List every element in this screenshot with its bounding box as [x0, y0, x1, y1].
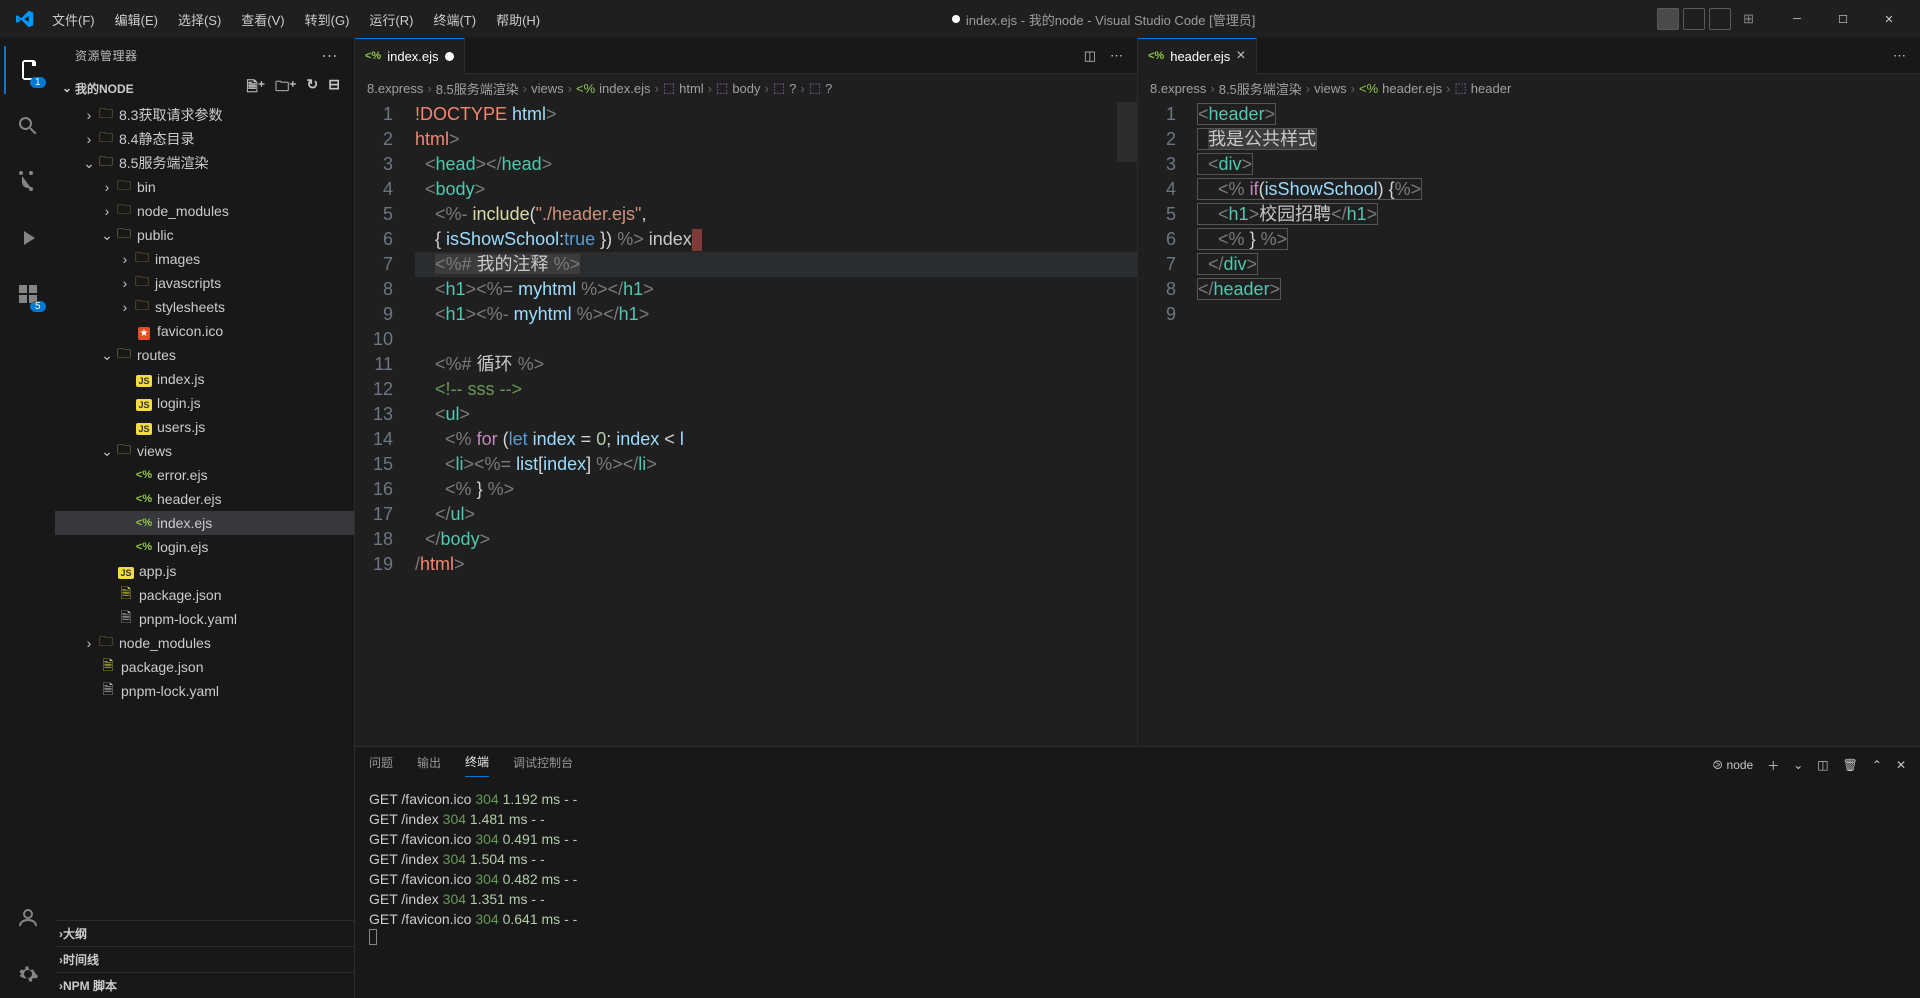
tabs-left: <% index.ejs ◫ ⋯ — [355, 38, 1137, 74]
file-item[interactable]: JSlogin.js — [55, 391, 354, 415]
folder-item[interactable]: ⌄🗀routes — [55, 343, 354, 367]
window-controls: ─ ☐ ✕ — [1774, 1, 1912, 37]
search-icon[interactable] — [4, 102, 52, 150]
vscode-logo-icon — [16, 10, 34, 28]
folder-item[interactable]: ›🗀8.4静态目录 — [55, 127, 354, 151]
file-item[interactable]: <%error.ejs — [55, 463, 354, 487]
folder-item[interactable]: ›🗀javascripts — [55, 271, 354, 295]
file-item[interactable]: ★favicon.ico — [55, 319, 354, 343]
settings-icon[interactable] — [4, 950, 52, 998]
panel-tab-terminal[interactable]: 终端 — [465, 753, 489, 777]
menu-selection[interactable]: 选择(S) — [168, 4, 231, 35]
terminal-panel: 问题 输出 终端 调试控制台 ⧁ node ＋ ⌄ ◫ 🗑 ⌃ ✕ GET /f… — [355, 746, 1920, 998]
menu-terminal[interactable]: 终端(T) — [423, 4, 486, 35]
toggle-secondary-sidebar[interactable] — [1709, 8, 1731, 30]
close-button[interactable]: ✕ — [1866, 1, 1912, 37]
menu-help[interactable]: 帮助(H) — [486, 4, 550, 35]
modified-dot-icon — [445, 52, 454, 61]
explorer-header: 资源管理器 ⋯ — [55, 38, 354, 73]
file-item[interactable]: JSusers.js — [55, 415, 354, 439]
breadcrumb-right[interactable]: 8.express› 8.5服务端渲染› views› <%header.ejs… — [1138, 74, 1920, 102]
panel-tab-debug[interactable]: 调试控制台 — [513, 754, 573, 777]
close-tab-icon[interactable]: × — [1236, 47, 1245, 65]
editor-more-icon[interactable]: ⋯ — [1893, 48, 1906, 64]
file-tree: ›🗀8.3获取请求参数 ›🗀8.4静态目录 ⌄🗀8.5服务端渲染 ›🗀bin ›… — [55, 103, 354, 920]
kill-terminal-icon[interactable]: 🗑 — [1843, 758, 1858, 772]
folder-item[interactable]: ›🗀node_modules — [55, 631, 354, 655]
breadcrumb-left[interactable]: 8.express› 8.5服务端渲染› views› <%index.ejs›… — [355, 74, 1137, 102]
menu-bar: 文件(F) 编辑(E) 选择(S) 查看(V) 转到(G) 运行(R) 终端(T… — [42, 4, 550, 35]
editor-pane-left: <% index.ejs ◫ ⋯ 8.express› 8.5服务端渲染› vi… — [355, 38, 1137, 746]
code-editor-right[interactable]: 123456789 <header> 我是公共样式 <div> <% if(is… — [1138, 102, 1920, 746]
run-debug-icon[interactable] — [4, 214, 52, 262]
tab-index-ejs[interactable]: <% index.ejs — [355, 38, 465, 74]
npm-scripts-section[interactable]: ›NPM 脚本 — [55, 972, 354, 998]
file-item[interactable]: 🗎package.json — [55, 655, 354, 679]
folder-item[interactable]: ⌄🗀8.5服务端渲染 — [55, 151, 354, 175]
terminal-body[interactable]: GET /favicon.ico 304 1.192 ms - -GET /in… — [355, 783, 1920, 998]
folder-item[interactable]: ›🗀node_modules — [55, 199, 354, 223]
code-editor-left[interactable]: 12345678910111213141516171819 !DOCTYPE h… — [355, 102, 1137, 746]
explorer-bottom-sections: ›大纲 ›时间线 ›NPM 脚本 — [55, 920, 354, 998]
file-item[interactable]: <%index.ejs — [55, 511, 354, 535]
menu-run[interactable]: 运行(R) — [359, 4, 423, 35]
file-item[interactable]: 🗎package.json — [55, 583, 354, 607]
window-title: index.ejs - 我的node - Visual Studio Code … — [550, 10, 1657, 29]
new-terminal-icon[interactable]: ＋ — [1767, 757, 1779, 774]
file-item[interactable]: <%login.ejs — [55, 535, 354, 559]
panel-tab-problems[interactable]: 问题 — [369, 754, 393, 777]
file-item[interactable]: 🗎pnpm-lock.yaml — [55, 607, 354, 631]
new-file-icon[interactable]: 🗎⁺ — [246, 76, 265, 100]
minimize-button[interactable]: ─ — [1774, 1, 1820, 37]
folder-item[interactable]: ›🗀bin — [55, 175, 354, 199]
maximize-button[interactable]: ☐ — [1820, 1, 1866, 37]
accounts-icon[interactable] — [4, 894, 52, 942]
modified-dot-icon — [952, 15, 960, 23]
file-item[interactable]: JSindex.js — [55, 367, 354, 391]
collapse-all-icon[interactable]: ⊟ — [328, 76, 340, 100]
outline-section[interactable]: ›大纲 — [55, 920, 354, 946]
menu-go[interactable]: 转到(G) — [295, 4, 360, 35]
title-bar: 文件(F) 编辑(E) 选择(S) 查看(V) 转到(G) 运行(R) 终端(T… — [0, 0, 1920, 38]
extensions-icon[interactable]: 5 — [4, 270, 52, 318]
split-terminal-icon[interactable]: ◫ — [1817, 758, 1828, 772]
tabs-right: <% header.ejs × ⋯ — [1138, 38, 1920, 74]
split-editor-icon[interactable]: ◫ — [1084, 48, 1096, 64]
new-folder-icon[interactable]: 🗀⁺ — [275, 76, 296, 100]
menu-view[interactable]: 查看(V) — [231, 4, 294, 35]
explorer-icon[interactable]: 1 — [4, 46, 52, 94]
explorer-sidebar: 资源管理器 ⋯ ⌄ 我的NODE 🗎⁺ 🗀⁺ ↻ ⊟ ›🗀8.3获取请求参数 ›… — [55, 38, 355, 998]
file-item[interactable]: 🗎pnpm-lock.yaml — [55, 679, 354, 703]
folder-item[interactable]: ›🗀8.3获取请求参数 — [55, 103, 354, 127]
minimap[interactable] — [1117, 102, 1137, 162]
panel-tab-output[interactable]: 输出 — [417, 754, 441, 777]
layout-controls — [1657, 8, 1731, 30]
file-item[interactable]: JSapp.js — [55, 559, 354, 583]
explorer-more-icon[interactable]: ⋯ — [322, 46, 339, 66]
menu-edit[interactable]: 编辑(E) — [105, 4, 168, 35]
refresh-icon[interactable]: ↻ — [307, 76, 319, 100]
tab-header-ejs[interactable]: <% header.ejs × — [1138, 38, 1257, 74]
folder-item[interactable]: ›🗀images — [55, 247, 354, 271]
source-control-icon[interactable] — [4, 158, 52, 206]
timeline-section[interactable]: ›时间线 — [55, 946, 354, 972]
workspace-header[interactable]: ⌄ 我的NODE 🗎⁺ 🗀⁺ ↻ ⊟ — [55, 73, 354, 103]
editor-more-icon[interactable]: ⋯ — [1110, 48, 1123, 64]
toggle-panel[interactable] — [1683, 8, 1705, 30]
terminal-selector[interactable]: ⧁ node — [1713, 758, 1753, 773]
customize-layout-icon[interactable]: ⊞ — [1743, 11, 1754, 27]
terminal-dropdown-icon[interactable]: ⌄ — [1793, 758, 1803, 772]
maximize-panel-icon[interactable]: ⌃ — [1872, 758, 1882, 772]
panel-tabs: 问题 输出 终端 调试控制台 ⧁ node ＋ ⌄ ◫ 🗑 ⌃ ✕ — [355, 747, 1920, 783]
activity-bar: 1 5 — [0, 38, 55, 998]
folder-item[interactable]: ⌄🗀views — [55, 439, 354, 463]
menu-file[interactable]: 文件(F) — [42, 4, 105, 35]
editor-pane-right: <% header.ejs × ⋯ 8.express› 8.5服务端渲染› v… — [1137, 38, 1920, 746]
toggle-primary-sidebar[interactable] — [1657, 8, 1679, 30]
file-item[interactable]: <%header.ejs — [55, 487, 354, 511]
close-panel-icon[interactable]: ✕ — [1896, 758, 1906, 772]
folder-item[interactable]: ⌄🗀public — [55, 223, 354, 247]
folder-item[interactable]: ›🗀stylesheets — [55, 295, 354, 319]
